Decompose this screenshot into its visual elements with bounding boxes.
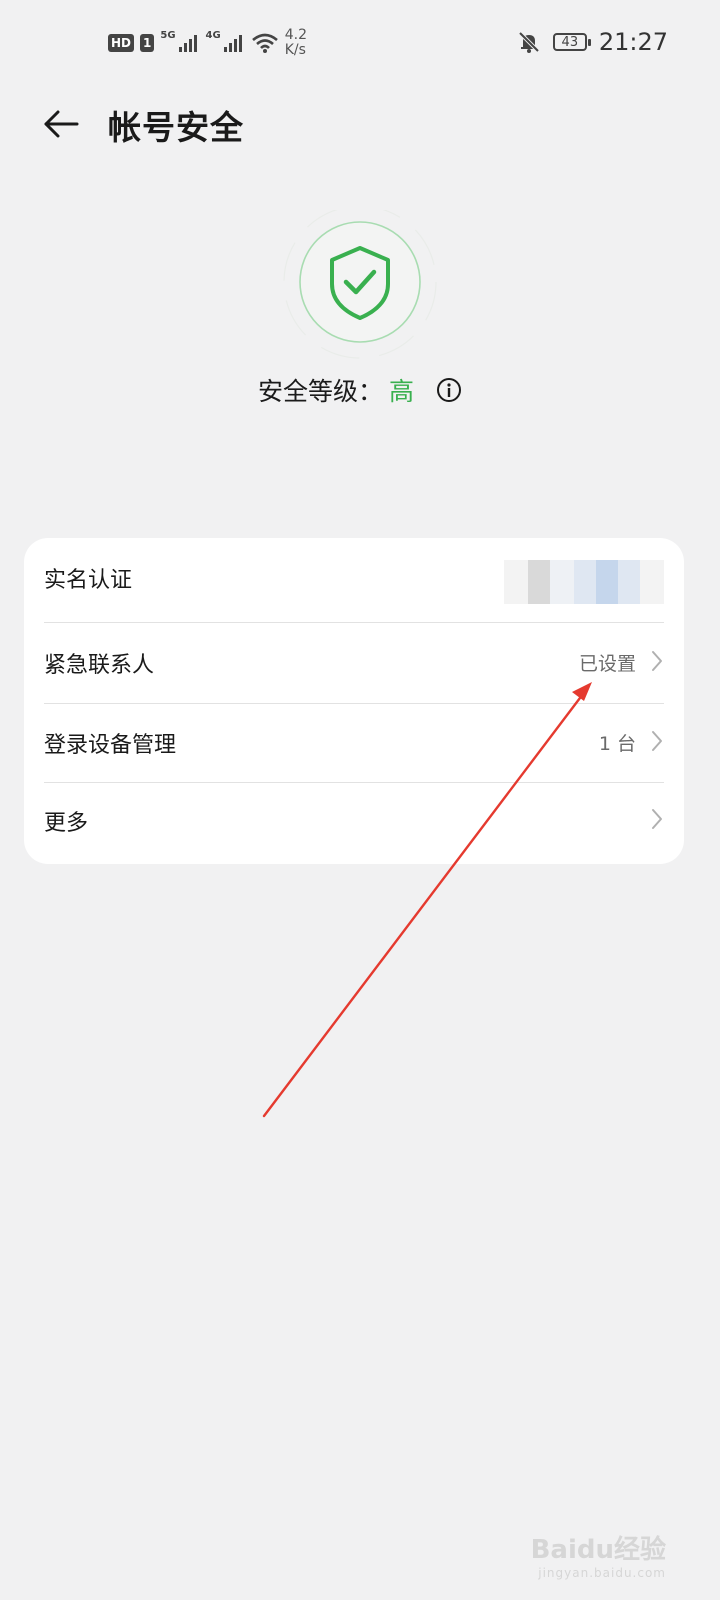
security-shield <box>270 205 450 360</box>
security-level: 安全等级：高 <box>0 372 720 409</box>
clock: 21:27 <box>598 28 668 56</box>
speed-value: 4.2 <box>284 27 307 43</box>
chevron-right-icon <box>652 731 662 751</box>
chevron-right-icon <box>652 809 662 829</box>
network-4g-label: 4G <box>205 29 221 41</box>
speed-unit: K/s <box>284 42 306 58</box>
row-emergency-contact[interactable]: 紧急联系人 已设置 <box>24 623 684 703</box>
signal-icon <box>223 35 242 52</box>
security-level-label: 安全等级： <box>258 377 384 406</box>
battery-level: 43 <box>561 34 579 50</box>
page-title: 帐号安全 <box>108 108 244 147</box>
back-arrow-icon <box>44 110 79 138</box>
row-label: 紧急联系人 <box>44 653 155 678</box>
baidu-watermark: Baidu经验 jingyan.baidu.com <box>531 1529 666 1580</box>
shield-check-icon <box>283 205 437 359</box>
sim-badge: 1 <box>140 34 155 52</box>
info-icon[interactable] <box>436 377 462 409</box>
status-bar-right: 43 21:27 <box>517 28 668 56</box>
row-more[interactable]: 更多 <box>24 781 684 861</box>
row-real-name[interactable]: 实名认证 <box>24 538 684 618</box>
header: 帐号安全 <box>0 95 720 155</box>
row-value: 1 台 <box>598 733 636 755</box>
signal-icon <box>178 35 197 52</box>
row-label: 登录设备管理 <box>44 733 177 758</box>
redacted-value <box>504 560 664 604</box>
status-bar: HD 1 5G 4G 4.2 K/s 43 21:27 <box>0 0 720 90</box>
row-label: 实名认证 <box>44 568 133 593</box>
watermark-url: jingyan.baidu.com <box>538 1566 666 1580</box>
row-value: 已设置 <box>578 653 636 675</box>
network-5g-label: 5G <box>160 29 176 41</box>
row-label: 更多 <box>44 811 89 836</box>
back-button[interactable] <box>36 99 86 149</box>
battery-icon: 43 <box>552 33 591 51</box>
security-level-value: 高 <box>389 377 415 406</box>
row-device-management[interactable]: 登录设备管理 1 台 <box>24 703 684 783</box>
chevron-right-icon <box>652 651 662 671</box>
watermark-brand: Baidu经验 <box>530 1535 666 1565</box>
hd-badge: HD <box>108 34 135 52</box>
status-bar-left: HD 1 5G 4G 4.2 K/s <box>108 28 307 58</box>
wifi-icon <box>251 33 278 53</box>
bell-muted-icon <box>518 31 540 53</box>
settings-card: 实名认证 紧急联系人 已设置 登录设备管理 1 台 更多 <box>24 538 684 864</box>
network-speed: 4.2 K/s <box>285 28 307 58</box>
